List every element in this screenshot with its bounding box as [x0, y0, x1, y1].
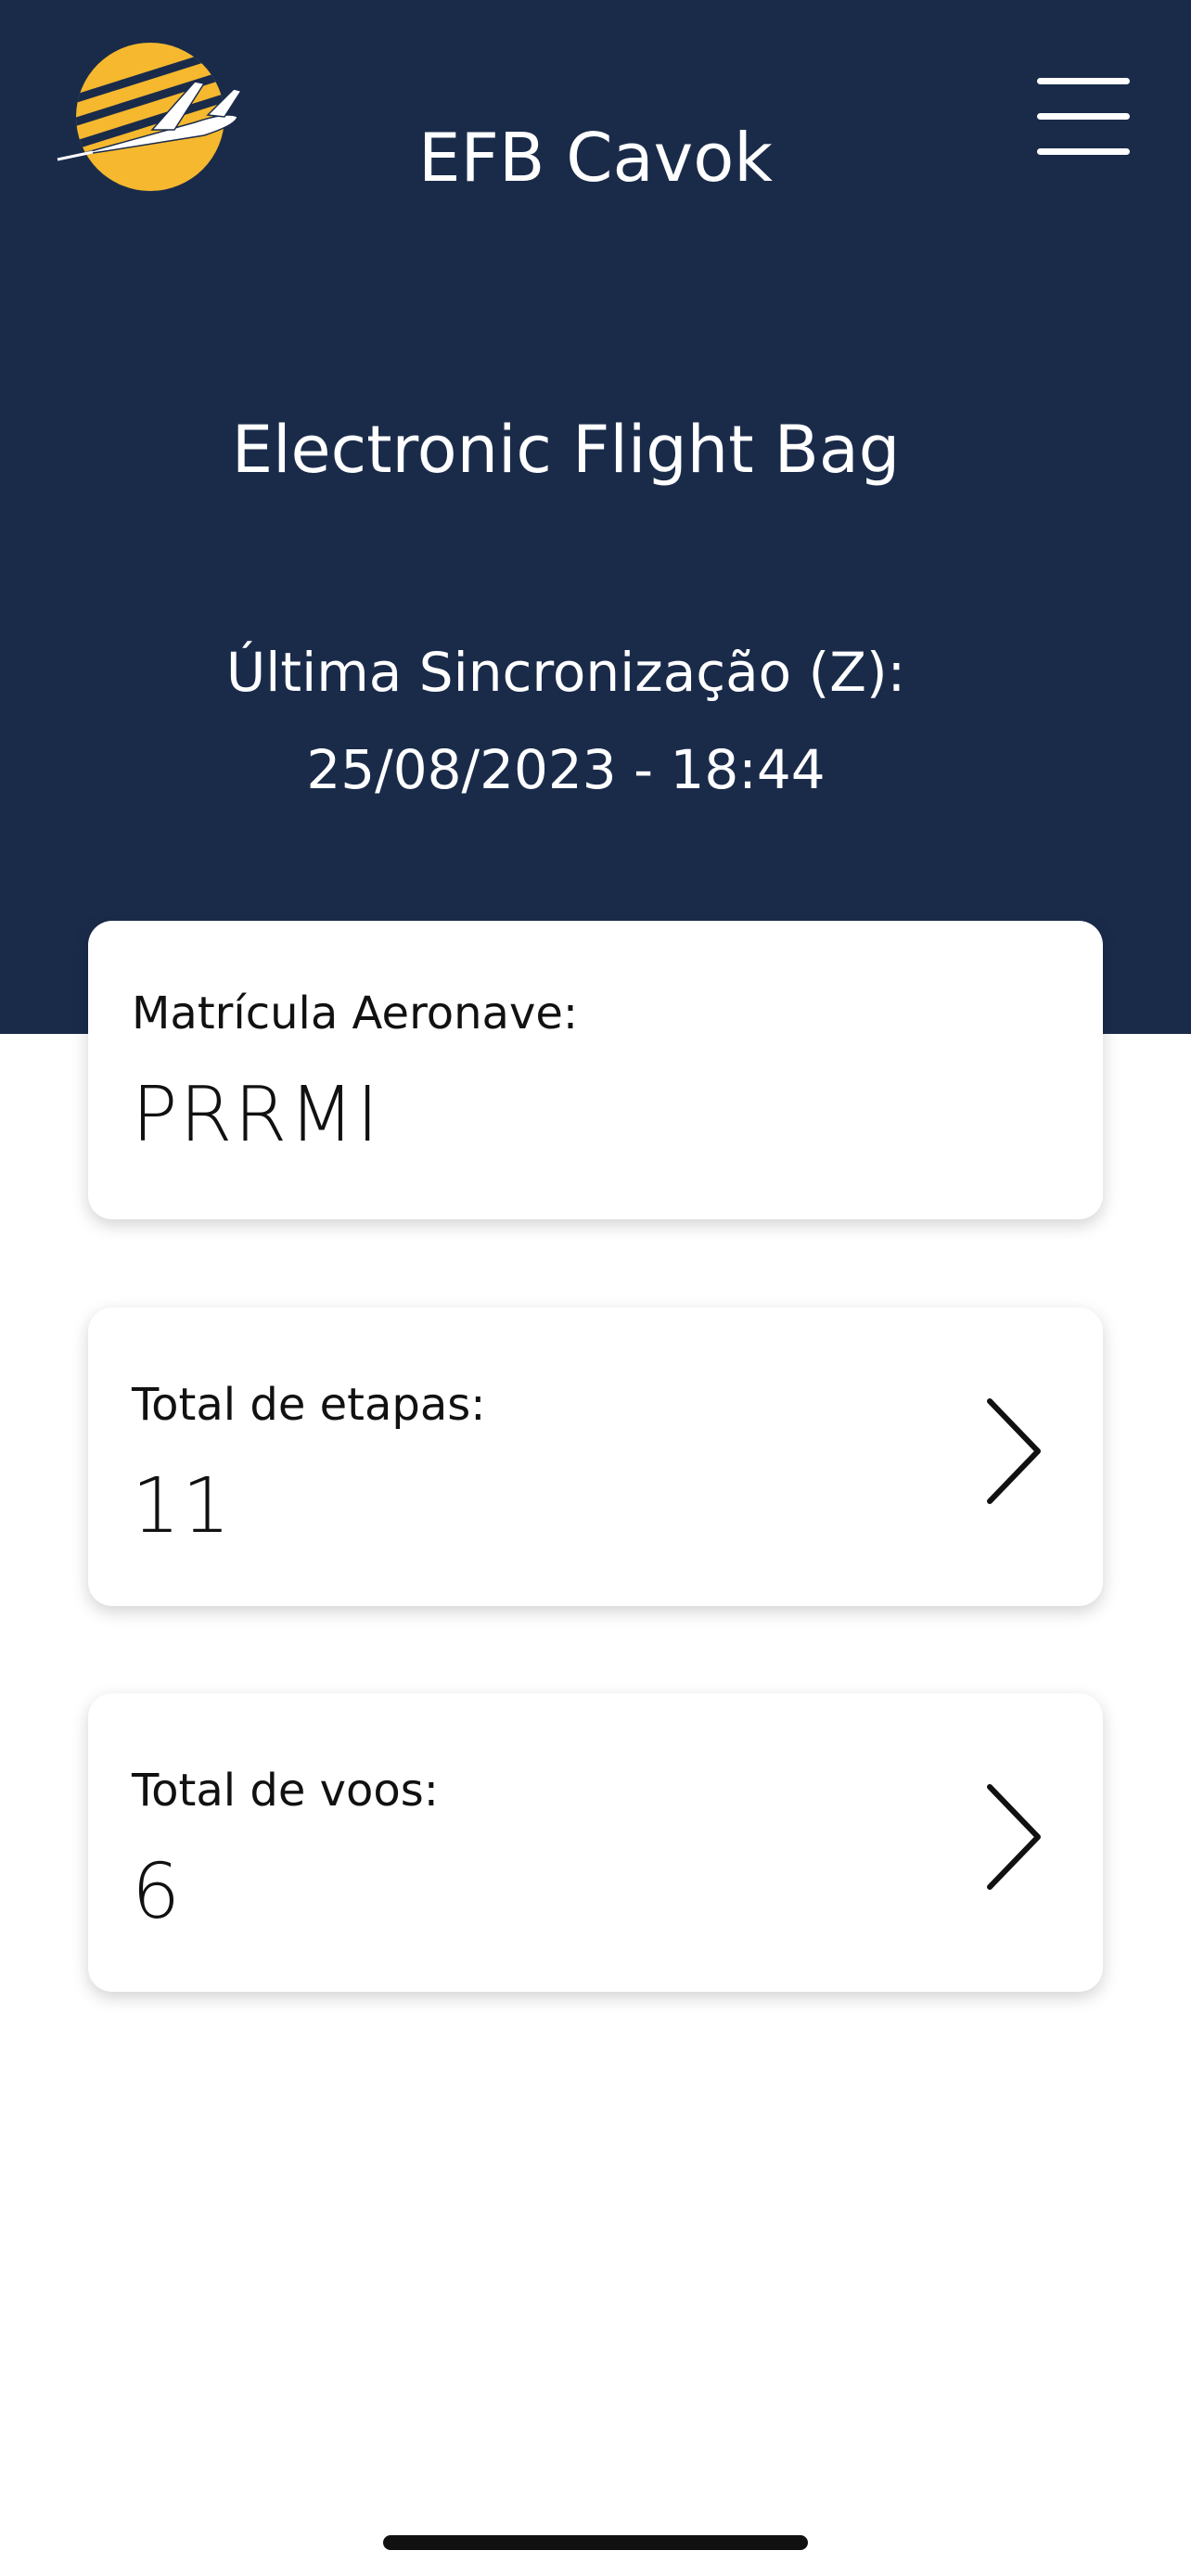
app-title: EFB Cavok	[418, 119, 773, 197]
aircraft-registration-value: PRRMI	[132, 1071, 381, 1159]
home-indicator[interactable]	[383, 2535, 808, 2550]
chevron-right-icon[interactable]	[982, 1396, 1047, 1507]
page-title: Electronic Flight Bag	[231, 412, 901, 488]
sync-timestamp: 25/08/2023 - 18:44	[306, 738, 826, 801]
total-flights-card[interactable]: Total de voos: 6	[88, 1693, 1103, 1992]
menu-button[interactable]	[1030, 74, 1141, 167]
total-legs-card[interactable]: Total de etapas: 11	[88, 1307, 1103, 1606]
sync-label: Última Sincronização (Z):	[225, 641, 906, 704]
total-legs-label: Total de etapas:	[132, 1379, 486, 1431]
aircraft-registration-label: Matrícula Aeronave:	[132, 988, 579, 1039]
total-legs-value: 11	[132, 1462, 233, 1550]
aircraft-registration-card: Matrícula Aeronave: PRRMI	[88, 921, 1103, 1219]
total-flights-label: Total de voos:	[132, 1765, 439, 1817]
chevron-right-icon[interactable]	[982, 1781, 1047, 1893]
total-flights-value: 6	[132, 1848, 183, 1936]
